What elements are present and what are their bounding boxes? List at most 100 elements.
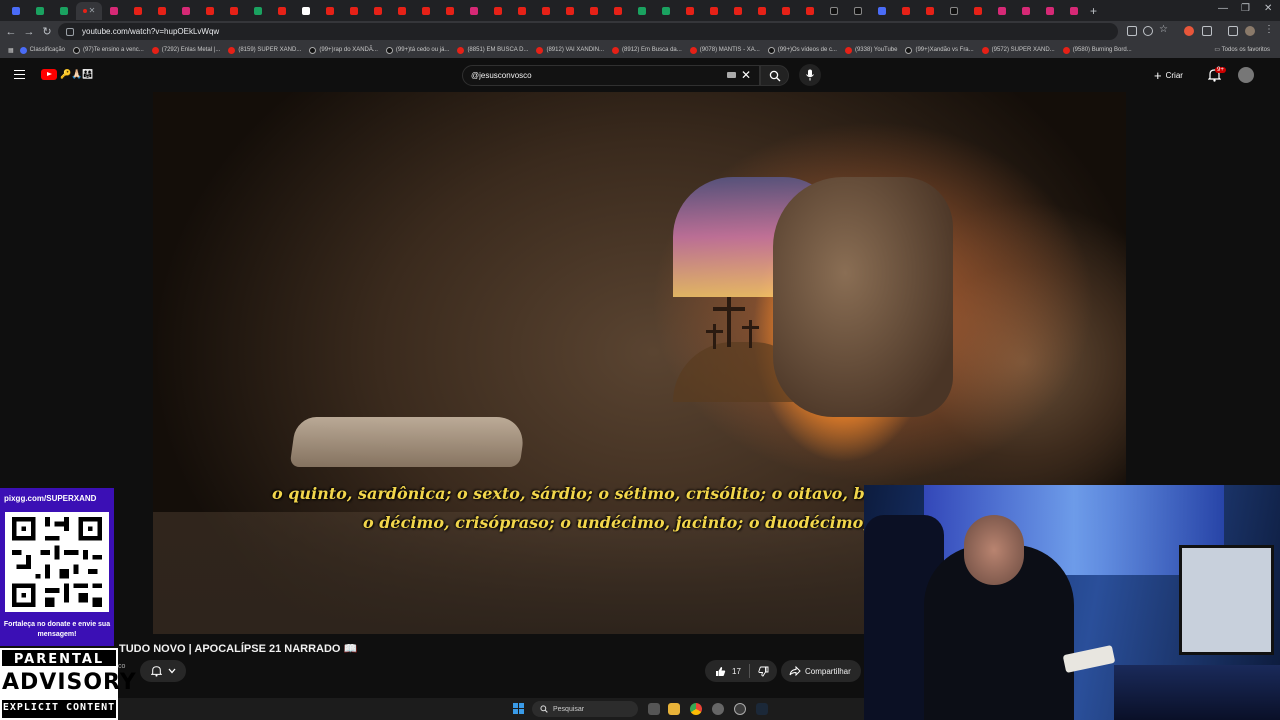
browser-tab[interactable] bbox=[246, 2, 270, 20]
voice-search-button[interactable] bbox=[799, 64, 821, 86]
bookmark-item[interactable]: (9572) SUPER XAND... bbox=[981, 46, 1055, 54]
extension-icon[interactable] bbox=[1184, 26, 1194, 36]
browser-tab[interactable] bbox=[510, 2, 534, 20]
minimize-icon[interactable]: — bbox=[1218, 3, 1228, 14]
browser-tab[interactable] bbox=[366, 2, 390, 20]
zoom-icon[interactable] bbox=[1143, 26, 1153, 36]
reload-icon[interactable]: ↻ bbox=[38, 25, 56, 38]
bookmark-item[interactable]: (9078) MANTIS - XA... bbox=[689, 46, 760, 54]
bookmark-item[interactable]: (8912) VAI XANDIN... bbox=[536, 46, 604, 54]
browser-tab[interactable] bbox=[174, 2, 198, 20]
browser-tab[interactable] bbox=[52, 2, 76, 20]
browser-tab[interactable] bbox=[726, 2, 750, 20]
browser-tab[interactable] bbox=[750, 2, 774, 20]
clear-search-icon[interactable]: ✕ bbox=[741, 68, 751, 82]
browser-tab[interactable] bbox=[870, 2, 894, 20]
browser-tab[interactable] bbox=[582, 2, 606, 20]
like-icon[interactable] bbox=[715, 666, 726, 677]
browser-tab[interactable] bbox=[846, 2, 870, 20]
profile-avatar[interactable] bbox=[1245, 26, 1255, 36]
account-avatar[interactable] bbox=[1238, 67, 1254, 83]
settings-gear-icon[interactable] bbox=[712, 703, 724, 715]
browser-tab[interactable] bbox=[102, 2, 126, 20]
browser-menu-icon[interactable]: ⋮ bbox=[1264, 24, 1274, 35]
bookmark-item[interactable]: (8159) SUPER XAND... bbox=[228, 46, 301, 54]
browser-tab[interactable] bbox=[942, 2, 966, 20]
bookmark-item[interactable]: (9580) Burning Bord... bbox=[1062, 46, 1132, 54]
browser-tab[interactable] bbox=[966, 2, 990, 20]
browser-tab[interactable] bbox=[28, 2, 52, 20]
new-tab-button[interactable]: + bbox=[1090, 4, 1097, 18]
task-view-icon[interactable] bbox=[648, 703, 660, 715]
browser-tab[interactable] bbox=[294, 2, 318, 20]
browser-tab[interactable] bbox=[198, 2, 222, 20]
browser-tab[interactable] bbox=[918, 2, 942, 20]
bookmark-item[interactable]: (99+)rap do XANDÃ... bbox=[309, 46, 378, 54]
browser-tab[interactable] bbox=[390, 2, 414, 20]
browser-tab[interactable] bbox=[774, 2, 798, 20]
bookmark-item[interactable]: (99+)Os vídeos de c... bbox=[767, 46, 837, 54]
notification-settings-button[interactable] bbox=[140, 660, 186, 682]
browser-tab[interactable] bbox=[126, 2, 150, 20]
browser-tab[interactable] bbox=[702, 2, 726, 20]
browser-tab[interactable] bbox=[438, 2, 462, 20]
keyboard-icon[interactable] bbox=[727, 72, 736, 78]
browser-tab[interactable] bbox=[222, 2, 246, 20]
windows-start-icon[interactable] bbox=[513, 703, 524, 714]
browser-tab[interactable] bbox=[1062, 2, 1086, 20]
create-button[interactable]: + Criar bbox=[1154, 68, 1183, 83]
bookmark-item[interactable]: (8912) Em Busca da... bbox=[612, 46, 682, 54]
app-icon[interactable] bbox=[734, 703, 746, 715]
all-favorites-folder[interactable]: ▭ Todos os favoritos bbox=[1214, 46, 1270, 53]
steam-icon[interactable] bbox=[756, 703, 768, 715]
browser-tab[interactable] bbox=[342, 2, 366, 20]
restore-icon[interactable]: ❐ bbox=[1241, 3, 1250, 14]
browser-tab[interactable] bbox=[894, 2, 918, 20]
browser-tab[interactable] bbox=[558, 2, 582, 20]
browser-tab[interactable] bbox=[318, 2, 342, 20]
chrome-icon[interactable] bbox=[690, 703, 702, 715]
browser-tab[interactable] bbox=[534, 2, 558, 20]
browser-tab[interactable] bbox=[1014, 2, 1038, 20]
address-bar[interactable]: youtube.com/watch?v=hupOEkLvWqw bbox=[58, 23, 1118, 40]
browser-tab[interactable] bbox=[1038, 2, 1062, 20]
side-panel-icon[interactable] bbox=[1228, 26, 1238, 36]
extensions-puzzle-icon[interactable] bbox=[1202, 26, 1212, 36]
channel-name[interactable]: co bbox=[118, 663, 125, 670]
bookmark-item[interactable]: Classificação bbox=[19, 46, 65, 54]
search-button[interactable] bbox=[760, 65, 789, 86]
forward-icon[interactable]: → bbox=[20, 26, 38, 38]
bookmark-item[interactable]: (9338) YouTube bbox=[844, 46, 897, 54]
browser-tab[interactable] bbox=[4, 2, 28, 20]
browser-tab[interactable] bbox=[630, 2, 654, 20]
site-info-icon[interactable] bbox=[66, 27, 74, 36]
browser-tab[interactable] bbox=[462, 2, 486, 20]
bookmark-item[interactable]: (7292) Enlas Metal |... bbox=[151, 46, 220, 54]
close-window-icon[interactable]: ✕ bbox=[1264, 3, 1272, 14]
browser-tab[interactable] bbox=[798, 2, 822, 20]
dislike-icon[interactable] bbox=[758, 666, 769, 677]
bookmark-item[interactable]: (99+)tá cedo ou já... bbox=[385, 46, 449, 54]
file-explorer-icon[interactable] bbox=[668, 703, 680, 715]
browser-tab[interactable] bbox=[150, 2, 174, 20]
browser-tab[interactable] bbox=[414, 2, 438, 20]
browser-tab[interactable] bbox=[822, 2, 846, 20]
browser-tab[interactable] bbox=[606, 2, 630, 20]
back-icon[interactable]: ← bbox=[2, 26, 20, 38]
bookmark-item[interactable]: (99+)Xandão vs Fra... bbox=[905, 46, 974, 54]
browser-tab[interactable] bbox=[990, 2, 1014, 20]
bookmark-item[interactable]: (8851) EM BUSCA D... bbox=[457, 46, 528, 54]
taskbar-search[interactable]: Pesquisar bbox=[532, 701, 638, 717]
bookmark-star-icon[interactable]: ☆ bbox=[1159, 24, 1168, 35]
browser-tab[interactable] bbox=[270, 2, 294, 20]
apps-grid-icon[interactable]: ▦ bbox=[8, 47, 14, 54]
browser-tab-active[interactable]: ✕ bbox=[76, 1, 102, 20]
browser-tab[interactable] bbox=[486, 2, 510, 20]
bookmark-item[interactable]: (97)Te ensino a venc... bbox=[73, 46, 144, 54]
close-tab-icon[interactable]: ✕ bbox=[89, 6, 96, 15]
search-input[interactable]: @jesusconvosco bbox=[462, 65, 760, 86]
browser-tab[interactable] bbox=[654, 2, 678, 20]
menu-icon[interactable] bbox=[14, 70, 25, 79]
install-app-icon[interactable] bbox=[1127, 26, 1137, 36]
share-button[interactable]: Compartilhar bbox=[781, 660, 861, 682]
